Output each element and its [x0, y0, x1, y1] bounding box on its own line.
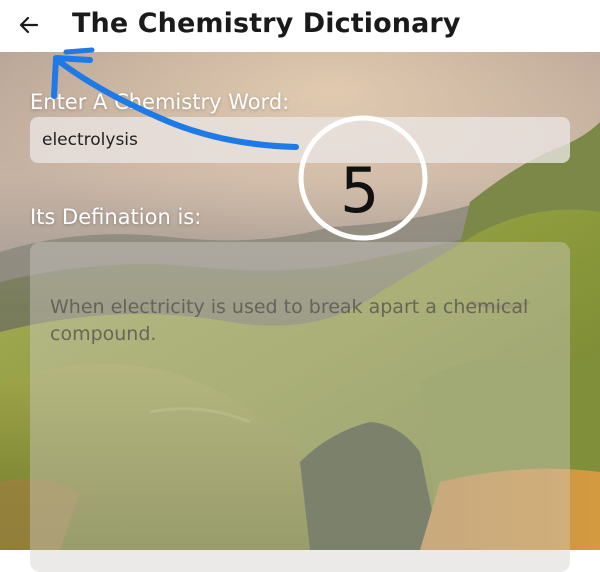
arrow-left-icon [19, 16, 39, 34]
definition-text: When electricity is used to break apart … [50, 296, 529, 345]
definition-label: Its Defination is: [30, 205, 202, 229]
app-bar: The Chemistry Dictionary [0, 0, 600, 52]
page-title: The Chemistry Dictionary [72, 8, 461, 39]
chemistry-word-input[interactable] [30, 117, 570, 163]
word-field-label: Enter A Chemistry Word: [30, 90, 290, 114]
back-button[interactable] [14, 10, 44, 40]
definition-box: When electricity is used to break apart … [30, 242, 570, 572]
